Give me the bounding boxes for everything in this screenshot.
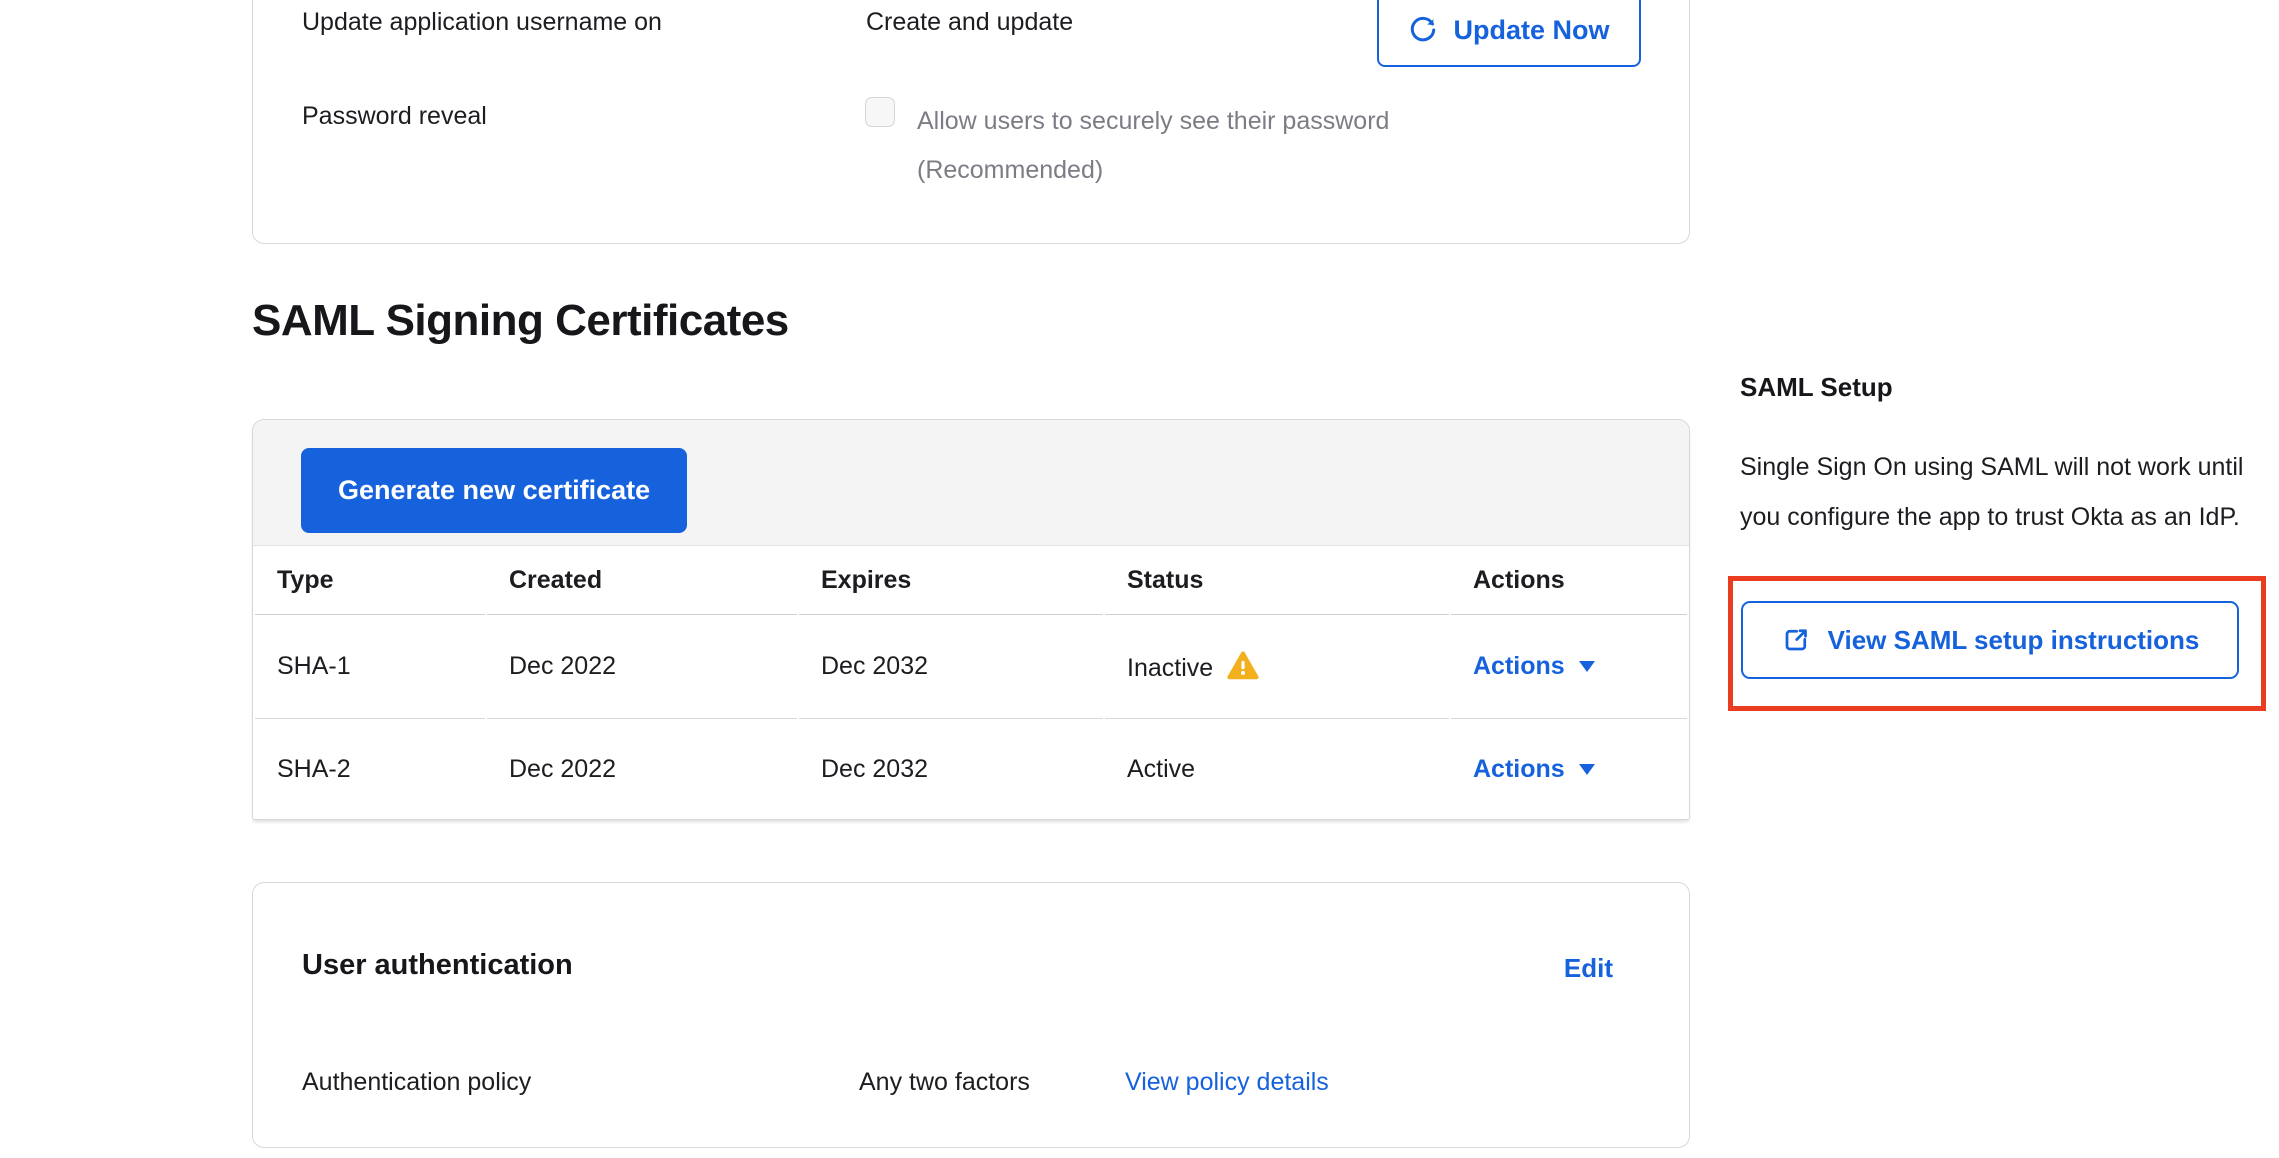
saml-setup-heading: SAML Setup: [1740, 372, 1893, 403]
warning-icon: [1227, 651, 1259, 681]
view-policy-details-link[interactable]: View policy details: [1125, 1068, 1329, 1097]
column-header-type: Type: [255, 546, 485, 615]
user-authentication-heading: User authentication: [302, 949, 573, 982]
actions-label: Actions: [1473, 755, 1565, 784]
status-text: Active: [1127, 755, 1195, 783]
certificates-toolbar: Generate new certificate: [253, 420, 1689, 546]
view-saml-setup-instructions-button[interactable]: View SAML setup instructions: [1741, 601, 2239, 679]
user-authentication-card: User authentication Edit Authentication …: [252, 882, 1690, 1148]
saml-setup-description: Single Sign On using SAML will not work …: [1740, 442, 2268, 542]
page-canvas: Update application username on Create an…: [0, 0, 2279, 1158]
actions-dropdown[interactable]: Actions: [1473, 652, 1595, 681]
column-header-expires: Expires: [799, 546, 1103, 615]
cell-type: SHA-1: [255, 615, 485, 719]
generate-certificate-button[interactable]: Generate new certificate: [301, 448, 687, 533]
cell-created: Dec 2022: [487, 719, 797, 819]
cell-type: SHA-2: [255, 719, 485, 819]
column-header-actions: Actions: [1451, 546, 1687, 615]
saml-certificates-heading: SAML Signing Certificates: [252, 296, 789, 346]
edit-link[interactable]: Edit: [1564, 953, 1613, 984]
username-update-value: Create and update: [866, 8, 1073, 37]
caret-down-icon: [1579, 661, 1595, 672]
table-row: SHA-2 Dec 2022 Dec 2032 Active Actions: [255, 719, 1687, 819]
actions-label: Actions: [1473, 652, 1565, 681]
certificates-table: Type Created Expires Status Actions SHA-…: [253, 546, 1689, 819]
authentication-policy-label: Authentication policy: [302, 1068, 531, 1097]
refresh-icon: [1408, 15, 1438, 45]
password-reveal-checkbox-label: Allow users to securely see their passwo…: [917, 97, 1497, 195]
column-header-status: Status: [1105, 546, 1449, 615]
cell-created: Dec 2022: [487, 615, 797, 719]
update-now-label: Update Now: [1453, 15, 1609, 46]
cell-expires: Dec 2032: [799, 615, 1103, 719]
update-now-button[interactable]: Update Now: [1377, 0, 1641, 67]
external-link-icon: [1781, 625, 1811, 655]
table-row: SHA-1 Dec 2022 Dec 2032 Inactive Actions: [255, 615, 1687, 719]
cell-actions: Actions: [1451, 719, 1687, 819]
cell-expires: Dec 2032: [799, 719, 1103, 819]
table-header-row: Type Created Expires Status Actions: [255, 546, 1687, 615]
caret-down-icon: [1579, 764, 1595, 775]
password-reveal-label: Password reveal: [302, 102, 487, 131]
cell-status: Inactive: [1105, 615, 1449, 719]
actions-dropdown[interactable]: Actions: [1473, 755, 1595, 784]
cell-status: Active: [1105, 719, 1449, 819]
app-settings-card: Update application username on Create an…: [252, 0, 1690, 244]
saml-certificates-panel: Generate new certificate Type Created Ex…: [252, 419, 1690, 820]
authentication-policy-value: Any two factors: [859, 1068, 1030, 1097]
cell-actions: Actions: [1451, 615, 1687, 719]
username-update-label: Update application username on: [302, 8, 662, 37]
saml-setup-button-label: View SAML setup instructions: [1828, 625, 2200, 656]
password-reveal-checkbox[interactable]: [865, 97, 895, 127]
status-text: Inactive: [1127, 654, 1213, 682]
column-header-created: Created: [487, 546, 797, 615]
